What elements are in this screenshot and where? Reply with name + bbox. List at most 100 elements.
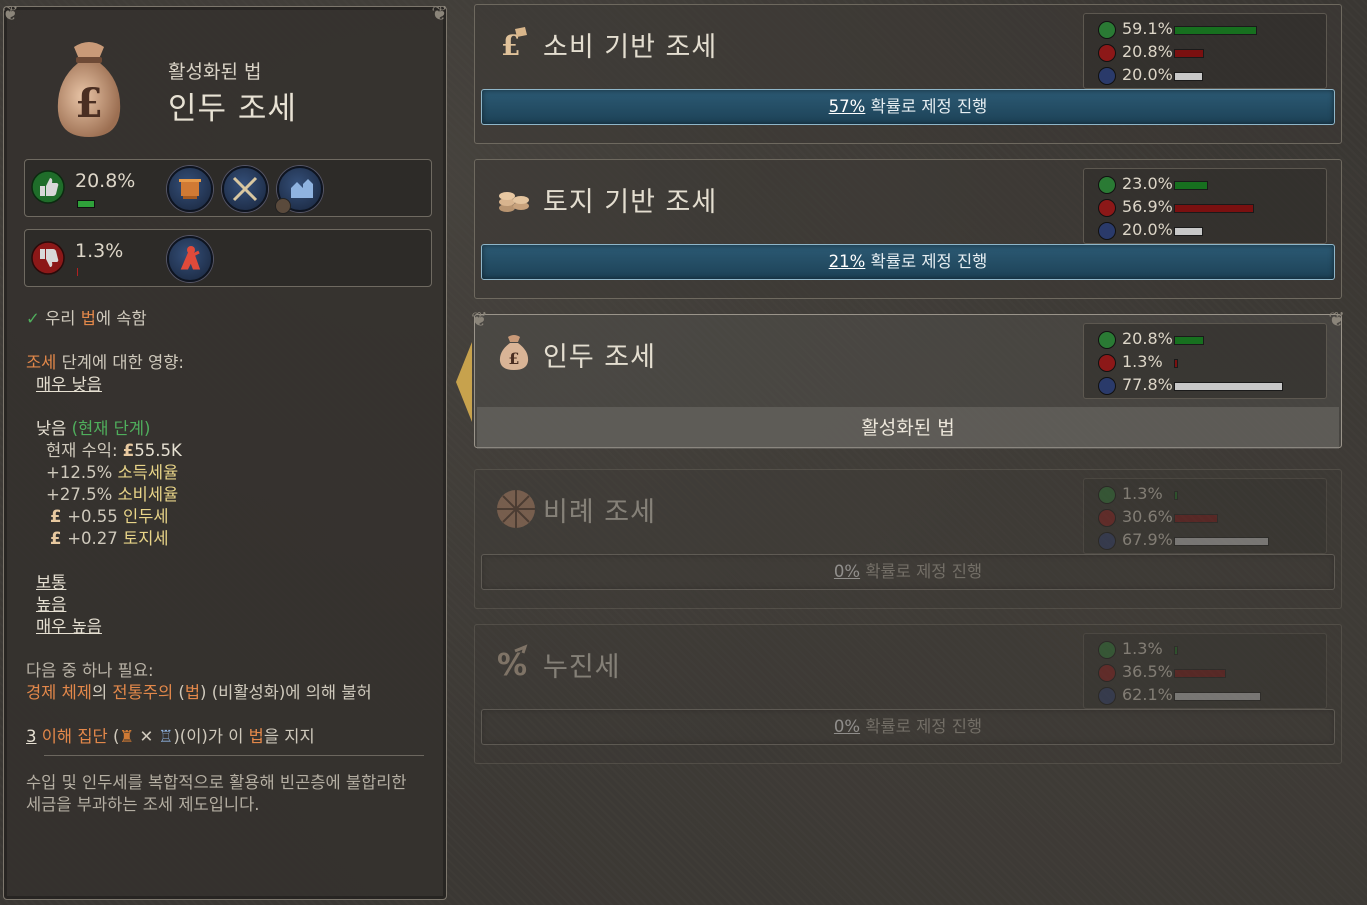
modifier-land-tax: £ +0.27 토지세	[50, 525, 169, 549]
support-sep: ✕	[134, 727, 159, 746]
tax-level-header: 조세 단계에 대한 영향:	[26, 349, 184, 373]
thumbs-down-icon	[1098, 44, 1116, 62]
support-stats: 20.8% 1.3% 77.8%	[1083, 323, 1327, 399]
law-card-3[interactable]: 비례 조세 1.3% 30.6% 67.9% 0% 확률로 제정 진행	[474, 469, 1342, 609]
enact-label: 확률로 제정 진행	[865, 97, 988, 116]
disapprove-percent: 30.6%	[1122, 507, 1173, 526]
law-card-1[interactable]: 토지 기반 조세 23.0% 56.9% 20.0% 21% 확률로 제정 진행	[474, 159, 1342, 299]
neutral-percent: 67.9%	[1122, 530, 1173, 549]
modifier-name[interactable]: 소비세율	[118, 485, 179, 504]
approve-percent: 59.1%	[1122, 19, 1173, 38]
neutral-icon	[1098, 532, 1116, 550]
req-text: ) (비활성화)에 의해 불허	[200, 683, 372, 702]
divider	[44, 755, 424, 756]
modifier-income-tax: +12.5% 소득세율	[46, 459, 178, 483]
svg-text:£: £	[75, 80, 103, 127]
law-link[interactable]: 법	[185, 683, 200, 702]
corner-ornament-icon: ❦	[471, 307, 488, 331]
modifier-value: +0.27	[67, 529, 124, 548]
approve-percent: 23.0%	[1122, 174, 1173, 193]
law-card-0[interactable]: £ 소비 기반 조세 59.1% 20.8% 20.0% 57% 확률로 제정 진행	[474, 4, 1342, 144]
thumbs-up-icon	[1098, 486, 1116, 504]
neutral-bar	[1174, 72, 1203, 81]
support-stats: 1.3% 30.6% 67.9%	[1083, 478, 1327, 554]
interest-group-industrialists-icon[interactable]	[167, 166, 213, 212]
approve-box: 20.8%	[24, 159, 432, 217]
law-card-2[interactable]: £ 인두 조세 20.8% 1.3% 77.8% 활성화된 법 ❦ ❦	[471, 309, 1345, 449]
tax-level-text: 단계에 대한 영향:	[56, 353, 184, 372]
law-link[interactable]: 법	[81, 309, 96, 328]
thumbs-up-icon	[1098, 331, 1116, 349]
law-name: 비례 조세	[543, 497, 656, 528]
thumbs-down-icon	[1098, 354, 1116, 372]
interest-group-armed-forces-icon[interactable]	[222, 166, 268, 212]
enact-button[interactable]: 57% 확률로 제정 진행	[481, 89, 1335, 125]
modifier-name[interactable]: 토지세	[123, 529, 169, 548]
neutral-icon	[1098, 222, 1116, 240]
neutral-icon	[1098, 687, 1116, 705]
disapprove-bar	[1174, 669, 1226, 678]
current-level-label: (현재 단계)	[71, 419, 151, 438]
neutral-percent: 20.0%	[1122, 220, 1173, 239]
traditionalism-link[interactable]: 전통주의	[112, 683, 173, 702]
selected-arrow-icon	[456, 342, 472, 422]
economic-system-link[interactable]: 경제 체제	[26, 683, 92, 702]
tax-level-high[interactable]: 높음	[36, 591, 66, 615]
enact-label: 확률로 제정 진행	[860, 717, 983, 736]
svg-text:%: %	[497, 648, 527, 681]
support-text: )(이)가 이	[173, 727, 249, 746]
thumbs-up-icon	[31, 170, 65, 204]
thumbs-up-icon	[1098, 21, 1116, 39]
disapprove-percent: 56.9%	[1122, 197, 1173, 216]
enact-label: 확률로 제정 진행	[865, 252, 988, 271]
enact-button[interactable]: 0% 확률로 제정 진행	[481, 554, 1335, 590]
page-title: 인두 조세	[168, 91, 297, 127]
tax-level-normal[interactable]: 보통	[36, 569, 66, 593]
progressive-tax-icon: %	[495, 643, 533, 683]
disapprove-bar	[1174, 514, 1218, 523]
requirement-line: 경제 체제의 전통주의 (법) (비활성화)에 의해 불허	[26, 679, 372, 703]
income-label: 현재 수익:	[46, 441, 118, 460]
law-link[interactable]: 법	[249, 727, 264, 746]
enact-button[interactable]: 0% 확률로 제정 진행	[481, 709, 1335, 745]
support-count[interactable]: 3	[26, 727, 37, 746]
modifier-name[interactable]: 소득세율	[118, 463, 179, 482]
tax-level-very-low[interactable]: 매우 낮음	[36, 371, 102, 395]
petty-bourgeoisie-small-icon: ♖	[158, 727, 174, 746]
consumption-tax-icon: £	[495, 23, 533, 62]
interest-group-link[interactable]: 이해 집단	[37, 727, 108, 746]
thumbs-up-icon	[1098, 176, 1116, 194]
modifier-value: +0.55	[67, 507, 124, 526]
requirement-header: 다음 중 하나 필요:	[26, 661, 154, 680]
approve-percent: 20.8%	[1122, 329, 1173, 348]
thumbs-down-icon	[1098, 199, 1116, 217]
tax-link[interactable]: 조세	[26, 353, 56, 372]
support-stats: 23.0% 56.9% 20.0%	[1083, 168, 1327, 244]
enact-button[interactable]: 21% 확률로 제정 진행	[481, 244, 1335, 280]
approve-bar	[77, 200, 95, 208]
belongs-text-a: 우리	[45, 309, 81, 328]
neutral-percent: 62.1%	[1122, 685, 1173, 704]
neutral-percent: 20.0%	[1122, 65, 1173, 84]
modifier-poll-tax: £ +0.55 인두세	[50, 503, 169, 527]
approve-percent: 1.3%	[1122, 639, 1163, 658]
tax-level-very-high[interactable]: 매우 높음	[36, 613, 102, 637]
check-icon: ✓	[26, 309, 40, 328]
panel-subtitle: 활성화된 법	[168, 61, 262, 83]
approve-bar	[1174, 336, 1204, 345]
approve-bar	[1174, 646, 1178, 655]
law-name: 인두 조세	[543, 342, 656, 373]
money-bag-icon: £	[57, 42, 121, 137]
enact-chance: 0%	[833, 562, 861, 581]
interest-group-trade-unions-icon[interactable]	[167, 236, 213, 282]
modifier-name[interactable]: 인두세	[123, 507, 169, 526]
corner-ornament-icon: ❦	[431, 1, 448, 25]
law-card-4[interactable]: % 누진세 1.3% 36.5% 62.1% 0% 확률로 제정 진행	[474, 624, 1342, 764]
approve-bar	[1174, 491, 1178, 500]
disapprove-bar	[1174, 49, 1204, 58]
pound-icon: £	[50, 507, 68, 526]
low-label: 낮음	[36, 419, 67, 438]
modifier-value: +27.5%	[46, 485, 118, 504]
land-tax-icon	[495, 178, 533, 216]
neutral-percent: 77.8%	[1122, 375, 1173, 394]
